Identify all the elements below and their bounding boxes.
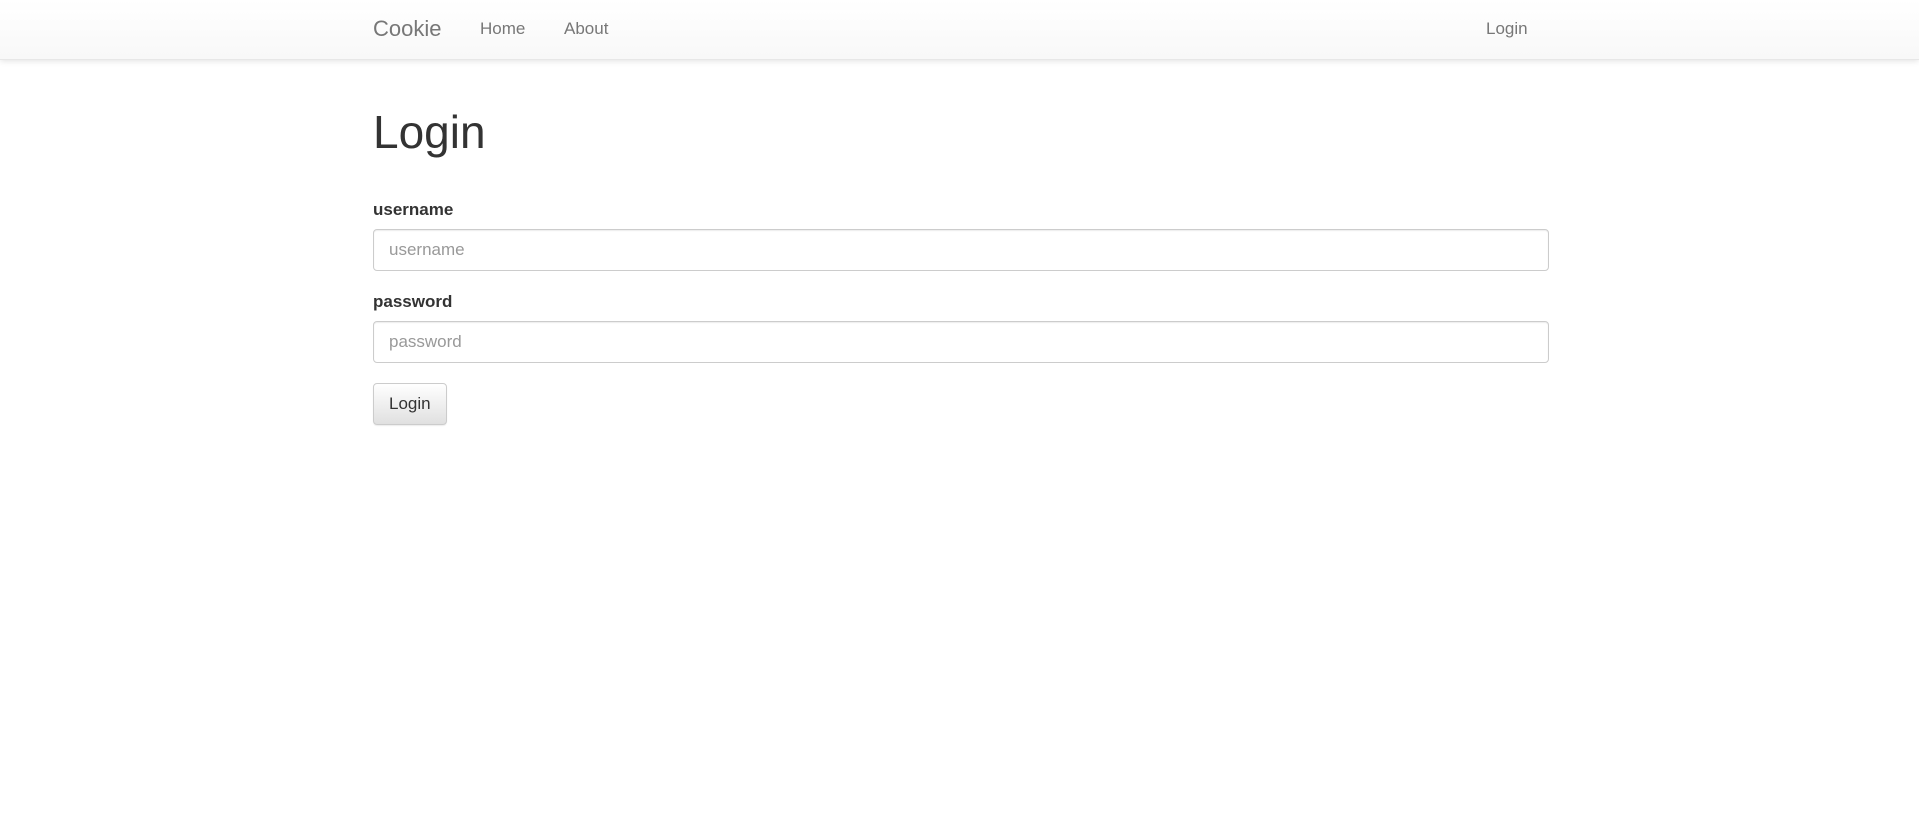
- login-button[interactable]: Login: [373, 383, 447, 425]
- password-label: password: [373, 292, 453, 311]
- nav-link-about[interactable]: About: [564, 0, 608, 58]
- username-label: username: [373, 200, 454, 219]
- password-input[interactable]: [373, 321, 1549, 363]
- username-input[interactable]: [373, 229, 1549, 271]
- nav-link-login[interactable]: Login: [1486, 0, 1528, 58]
- page-title: Login: [373, 106, 486, 158]
- brand-link[interactable]: Cookie: [373, 0, 441, 58]
- navbar-inner: Cookie Home About Login: [373, 0, 1549, 60]
- top-navbar: Cookie Home About Login: [0, 0, 1919, 60]
- nav-link-home[interactable]: Home: [480, 0, 525, 58]
